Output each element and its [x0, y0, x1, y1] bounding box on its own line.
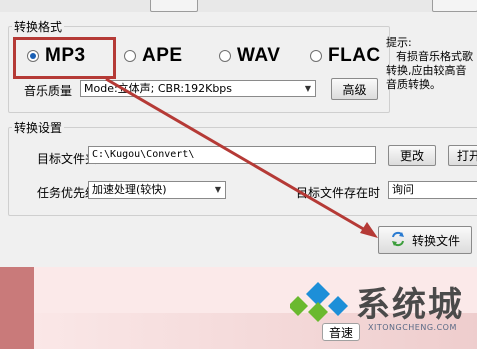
watermark-logo-icon [290, 282, 348, 322]
watermark-subtitle: XITONGCHENG.COM [368, 323, 457, 332]
speed-button[interactable]: 音速 [322, 323, 361, 341]
watermark-title: 系统城 [356, 285, 464, 325]
